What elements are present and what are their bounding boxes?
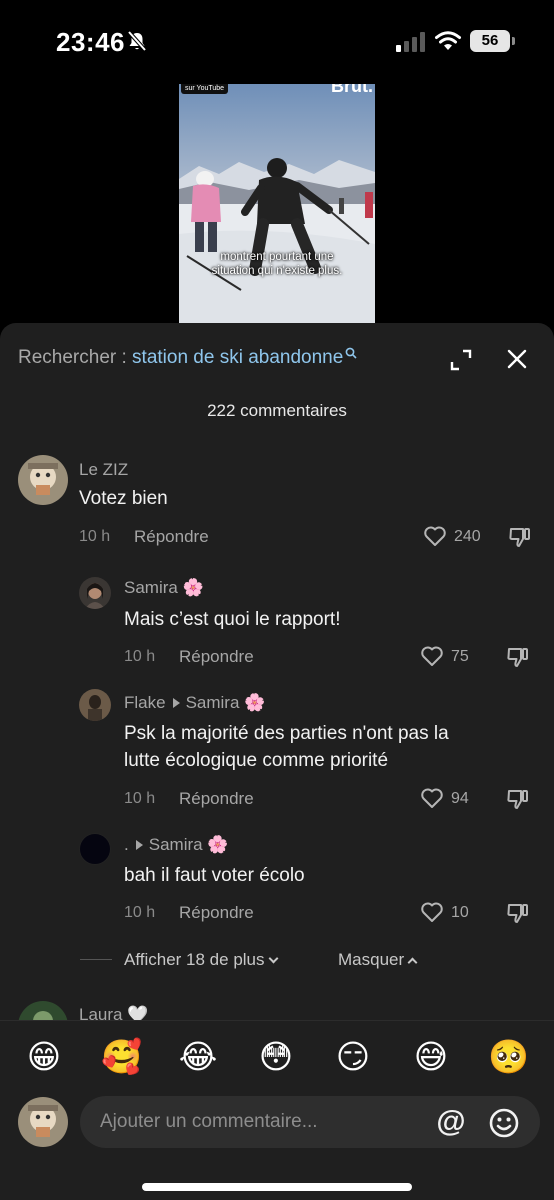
mention-button[interactable]: @	[436, 1107, 466, 1138]
battery-level: 56	[470, 30, 510, 52]
comments-sheet: Rechercher : station de ski abandonne 22…	[0, 323, 554, 1200]
emoji-pleading-button[interactable]: 🥺	[488, 1037, 529, 1077]
emoji-joy-button[interactable]: 😂	[178, 1037, 218, 1077]
current-user-avatar	[18, 1097, 68, 1147]
comment-composer: 😁 🥰 😂 😳 😏 😅 🥺 Ajouter un commentaire... …	[0, 1020, 554, 1200]
emoji-grin-button[interactable]: 😁	[24, 1037, 64, 1077]
emoji-quick-bar: 😁 🥰 😂 😳 😏 😅 🥺	[0, 1037, 554, 1077]
wifi-icon	[435, 31, 461, 50]
bell-muted-icon	[127, 30, 147, 52]
emoji-sweat-smile-button[interactable]: 😅	[411, 1037, 451, 1077]
video-player[interactable]: sur YouTube Brut. montrent pourtant une …	[179, 84, 375, 334]
emoji-picker-icon[interactable]	[488, 1107, 520, 1139]
emoji-hearts-button[interactable]: 🥰	[101, 1037, 142, 1077]
emoji-smirk-button[interactable]: 😏	[333, 1037, 373, 1077]
video-source-tag: sur YouTube	[181, 84, 229, 94]
clock: 23:46	[56, 27, 125, 57]
video-frame	[179, 84, 375, 334]
comment-input-placeholder: Ajouter un commentaire...	[100, 1111, 318, 1132]
cellular-signal-icon	[396, 32, 425, 52]
status-bar: 23:46 56	[0, 0, 554, 84]
comment-item: Laura 🤍	[0, 323, 554, 1051]
comment-input[interactable]: Ajouter un commentaire... @	[80, 1096, 540, 1148]
battery-indicator: 56	[470, 30, 516, 52]
video-subtitle: montrent pourtant une situation qui n'ex…	[211, 251, 343, 277]
emoji-flushed-button[interactable]: 😳	[256, 1037, 296, 1077]
home-indicator	[142, 1183, 412, 1191]
video-brand-logo: Brut.	[331, 84, 373, 96]
